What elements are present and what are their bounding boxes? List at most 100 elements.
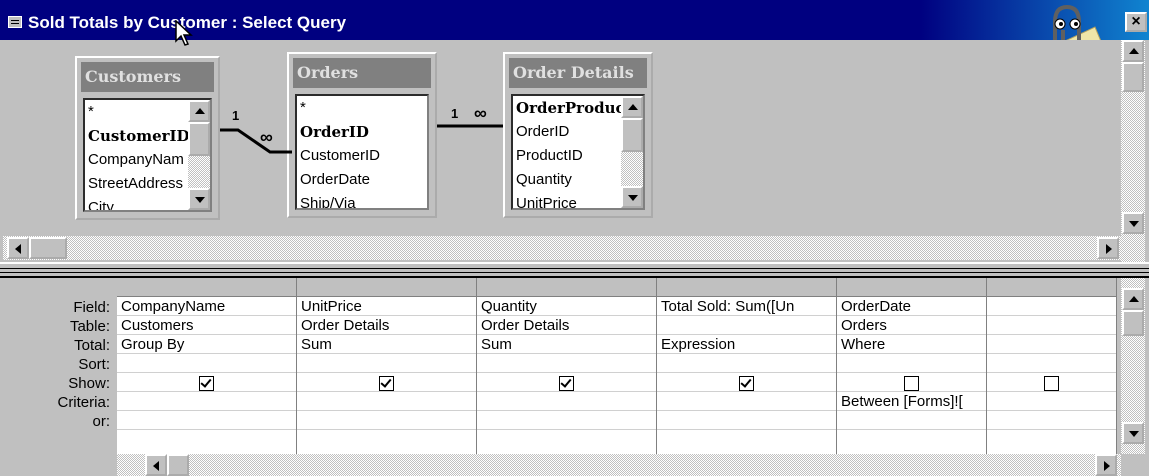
criteria-cell[interactable] [477,392,656,411]
show-cell[interactable] [117,373,296,392]
field-list-title[interactable]: Customers [81,62,214,92]
sort-cell[interactable] [657,354,836,373]
or-cell[interactable] [297,411,476,430]
criteria-cell[interactable]: Between [Forms]![ [837,392,986,411]
show-checkbox[interactable] [904,375,919,391]
design-vertical-scrollbar[interactable] [1121,40,1145,262]
show-cell[interactable] [657,373,836,392]
criteria-cell[interactable] [297,392,476,411]
grid-column[interactable]: CompanyName Customers Group By [117,278,297,454]
pane-splitter[interactable] [0,262,1149,278]
show-checkbox[interactable] [559,375,574,391]
scroll-down-button[interactable] [1122,212,1144,234]
table-cell[interactable]: Order Details [297,316,476,335]
table-cell[interactable]: Orders [837,316,986,335]
scroll-down-button[interactable] [188,188,210,210]
scroll-down-button[interactable] [1122,422,1144,444]
field-item[interactable]: * [297,96,427,120]
field-cell[interactable] [987,297,1116,316]
field-list-customers[interactable]: Customers * CustomerID CompanyNam Street… [75,56,220,220]
scroll-down-button[interactable] [621,186,643,208]
field-cell[interactable]: Quantity [477,297,656,316]
field-cell[interactable]: Total Sold: Sum([Un [657,297,836,316]
scroll-right-button[interactable] [1097,237,1119,259]
grid-column[interactable]: OrderDate Orders Where Between [Forms]![ [837,278,987,454]
scroll-up-button[interactable] [188,100,210,122]
scroll-thumb[interactable] [1122,62,1144,92]
scroll-thumb[interactable] [1122,310,1144,336]
show-cell[interactable] [297,373,476,392]
show-checkbox[interactable] [739,375,754,391]
or-cell[interactable] [837,411,986,430]
field-cell[interactable]: CompanyName [117,297,296,316]
field-item[interactable]: CustomerID [297,144,427,168]
or-cell[interactable] [657,411,836,430]
scroll-right-button[interactable] [1095,454,1117,476]
total-cell[interactable]: Expression [657,335,836,354]
field-list[interactable]: OrderProduct OrderID ProductID Quantity … [511,94,645,210]
table-cell[interactable]: Order Details [477,316,656,335]
sort-cell[interactable] [117,354,296,373]
show-cell[interactable] [987,373,1116,392]
show-cell[interactable] [837,373,986,392]
sort-cell[interactable] [837,354,986,373]
scroll-up-button[interactable] [1122,288,1144,310]
sort-cell[interactable] [477,354,656,373]
scroll-left-button[interactable] [7,237,29,259]
column-selector[interactable] [837,278,986,297]
field-list-title[interactable]: Order Details [509,58,647,88]
design-grid[interactable]: CompanyName Customers Group By UnitPrice… [117,278,1117,454]
or-cell[interactable] [477,411,656,430]
field-list[interactable]: * OrderID CustomerID OrderDate Ship/Via [295,94,429,210]
design-horizontal-scrollbar[interactable] [3,236,1121,260]
show-checkbox[interactable] [199,375,214,391]
scroll-thumb[interactable] [621,118,643,152]
sort-cell[interactable] [987,354,1116,373]
total-cell[interactable]: Where [837,335,986,354]
total-cell[interactable]: Group By [117,335,296,354]
or-cell[interactable] [117,411,296,430]
criteria-cell[interactable] [117,392,296,411]
field-list-order-details[interactable]: Order Details OrderProduct OrderID Produ… [503,52,653,218]
total-cell[interactable] [987,335,1116,354]
field-item-key[interactable]: OrderID [297,120,427,144]
field-list-scrollbar[interactable] [621,96,643,208]
sort-cell[interactable] [297,354,476,373]
scroll-up-button[interactable] [1122,40,1144,62]
field-list[interactable]: * CustomerID CompanyNam StreetAddress Ci… [83,98,212,212]
field-cell[interactable]: OrderDate [837,297,986,316]
grid-column[interactable]: Total Sold: Sum([Un Expression [657,278,837,454]
column-selector[interactable] [987,278,1116,297]
grid-column[interactable]: Quantity Order Details Sum [477,278,657,454]
grid-horizontal-scrollbar[interactable] [117,454,1121,476]
show-checkbox[interactable] [1044,375,1059,391]
column-selector[interactable] [657,278,836,297]
grid-column[interactable] [987,278,1117,454]
total-cell[interactable]: Sum [477,335,656,354]
criteria-cell[interactable] [657,392,836,411]
scroll-up-button[interactable] [621,96,643,118]
table-cell[interactable] [987,316,1116,335]
scroll-left-button[interactable] [145,454,167,476]
scroll-thumb[interactable] [29,237,67,259]
total-cell[interactable]: Sum [297,335,476,354]
grid-vertical-scrollbar[interactable] [1121,278,1145,454]
field-item[interactable]: Ship/Via [297,192,427,208]
field-cell[interactable]: UnitPrice [297,297,476,316]
title-bar[interactable]: Sold Totals by Customer : Select Query × [0,0,1149,40]
field-list-orders[interactable]: Orders * OrderID CustomerID OrderDate Sh… [287,52,437,218]
design-grid-pane[interactable]: Field: Table: Total: Sort: Show: Criteri… [0,278,1121,476]
show-cell[interactable] [477,373,656,392]
field-list-scrollbar[interactable] [188,100,210,210]
criteria-cell[interactable] [987,392,1116,411]
column-selector[interactable] [477,278,656,297]
column-selector[interactable] [117,278,296,297]
show-checkbox[interactable] [379,375,394,391]
column-selector[interactable] [297,278,476,297]
close-button[interactable]: × [1125,12,1147,32]
scroll-thumb[interactable] [188,122,210,156]
table-cell[interactable] [657,316,836,335]
grid-column[interactable]: UnitPrice Order Details Sum [297,278,477,454]
or-cell[interactable] [987,411,1116,430]
field-list-title[interactable]: Orders [293,58,431,88]
